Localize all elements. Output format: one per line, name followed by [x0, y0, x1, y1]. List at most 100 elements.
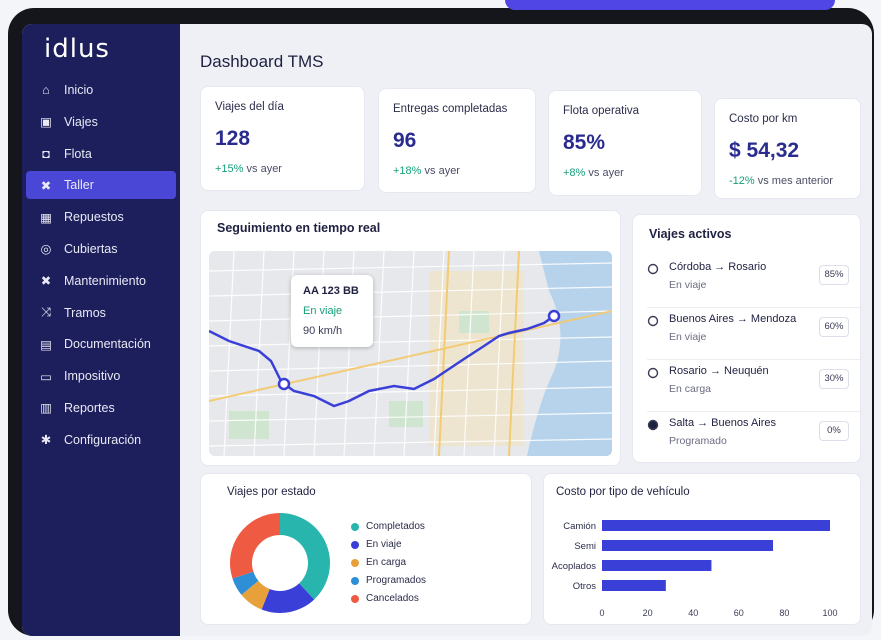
legend-label: Cancelados: [366, 593, 419, 604]
sidebar-item-tramos[interactable]: ⤨ Tramos: [26, 299, 176, 327]
sidebar-item-label: Flota: [64, 146, 92, 161]
sidebar-item-flota[interactable]: ◘ Flota: [26, 140, 176, 168]
kpi-delta: +15% vs ayer: [215, 163, 282, 175]
sidebar-item-mantenimiento[interactable]: ✖ Mantenimiento: [26, 267, 176, 295]
kpi-delta-text: vs mes anterior: [757, 175, 833, 187]
x-tick-label: 40: [688, 608, 698, 618]
app-logo: idlus: [44, 34, 110, 64]
car-icon: ◘: [42, 146, 50, 161]
donut-slice-completados[interactable]: [280, 513, 330, 600]
kpi-card-fleet[interactable]: Flota operativa 85% +8% vs ayer: [548, 90, 702, 196]
trip-progress-badge: 0%: [819, 421, 849, 441]
sidebar-item-label: Viajes: [64, 114, 98, 129]
vehicle-plate: AA 123 BB: [303, 285, 359, 297]
kpi-title: Entregas completadas: [393, 103, 508, 115]
kpi-delta-text: vs ayer: [424, 165, 460, 177]
kpi-value: 128: [215, 127, 251, 150]
bar-otros[interactable]: [602, 580, 666, 591]
sidebar-item-configuracion[interactable]: ✱ Configuración: [26, 426, 176, 454]
trip-state: En carga: [669, 383, 712, 395]
cost-chart-title: Costo por tipo de vehículo: [556, 486, 690, 498]
document-icon: ▤: [40, 337, 52, 352]
wrench-icon: ✖: [40, 178, 52, 193]
tracking-map[interactable]: AA 123 BB En viaje 90 km/h: [209, 251, 612, 456]
sidebar-item-reportes[interactable]: ▥ Reportes: [26, 394, 176, 422]
bar-chart: Camión Semi Acoplados Otros 0 20 40 60 80 100: [552, 520, 838, 618]
active-trips-panel: Viajes activos Córdoba → Rosario En viaje…: [632, 214, 867, 463]
kpi-title: Viajes del día: [215, 101, 284, 113]
trip-progress-badge: 30%: [819, 369, 849, 389]
legend-item: Programados: [351, 575, 426, 586]
kpi-value: $ 54,32: [729, 139, 800, 162]
legend-label: Programados: [366, 575, 427, 586]
bar-semi[interactable]: [602, 540, 773, 551]
active-trips-title: Viajes activos: [649, 227, 732, 241]
trips-by-state-panel: Viajes por estado Completados En viaje En …: [200, 473, 532, 625]
trip-route: Rosario → Neuquén: [669, 365, 769, 377]
cost-by-vehicle-panel: Costo por tipo de vehículo Camión Semi Aco…: [543, 473, 861, 625]
main-content: Dashboard TMS Viajes del día 128 +15% vs…: [180, 24, 872, 636]
trip-item[interactable]: Córdoba → Rosario En viaje 85%: [647, 257, 867, 308]
trip-item[interactable]: Rosario → Neuquén En carga 30%: [647, 361, 867, 412]
legend-dot: [351, 576, 359, 585]
kpi-title: Costo por km: [729, 113, 798, 125]
map-svg: [209, 251, 612, 456]
x-tick-label: 100: [822, 608, 837, 618]
kpi-card-deliveries[interactable]: Entregas completadas 96 +18% vs ayer: [378, 88, 536, 193]
x-tick-label: 80: [779, 608, 789, 618]
x-tick-label: 60: [734, 608, 744, 618]
tracking-panel: Seguimiento en tiempo real AA 123 BB En …: [200, 210, 621, 466]
trip-item[interactable]: Buenos Aires → Mendoza En viaje 60%: [647, 309, 867, 360]
sidebar-item-taller[interactable]: ✖ Taller: [26, 171, 176, 200]
kpi-card-trips[interactable]: Viajes del día 128 +15% vs ayer: [200, 86, 365, 191]
gear-icon: ✱: [40, 433, 52, 448]
trip-progress-badge: 60%: [819, 317, 849, 337]
page-title: Dashboard TMS: [200, 52, 324, 71]
sidebar-item-inicio[interactable]: ⌂ Inicio: [26, 76, 176, 104]
kpi-delta-text: vs ayer: [246, 163, 282, 175]
legend-dot: [351, 540, 359, 549]
donut-slice-cancelados[interactable]: [230, 513, 280, 579]
kpi-delta-value: +15%: [215, 163, 244, 175]
sidebar-item-label: Repuestos: [64, 210, 124, 225]
trip-status-icon: [647, 367, 659, 379]
sidebar-item-label: Configuración: [64, 432, 142, 447]
origin-marker: [277, 377, 291, 391]
sidebar: idlus ⌂ Inicio ▣ Viajes ◘ Flota ✖ Taller ▦ Repues…: [22, 24, 180, 636]
trip-item[interactable]: Salta → Buenos Aires Programado 0%: [647, 413, 867, 463]
sidebar-item-viajes[interactable]: ▣ Viajes: [26, 108, 176, 136]
bar-acoplados[interactable]: [602, 560, 712, 571]
sidebar-nav: ⌂ Inicio ▣ Viajes ◘ Flota ✖ Taller ▦ Repuestos ◎ Cu…: [26, 76, 176, 458]
trip-state: En viaje: [669, 279, 707, 291]
legend-label: En viaje: [366, 539, 402, 550]
trip-state: En viaje: [669, 331, 707, 343]
trip-state: Programado: [669, 435, 727, 447]
trip-route: Córdoba → Rosario: [669, 261, 767, 273]
legend-item: En viaje: [351, 539, 402, 550]
legend-dot: [351, 522, 359, 531]
sidebar-item-label: Reportes: [64, 400, 115, 415]
legend-item: Cancelados: [351, 593, 419, 604]
sidebar-item-label: Mantenimiento: [64, 273, 146, 288]
tax-icon: ▭: [40, 369, 52, 384]
vehicle-speed: 90 km/h: [303, 325, 343, 337]
sidebar-item-impositivo[interactable]: ▭ Impositivo: [26, 362, 176, 390]
destination-marker: [547, 309, 561, 323]
trip-route: Salta → Buenos Aires: [669, 417, 777, 429]
sidebar-item-label: Inicio: [64, 83, 94, 97]
sidebar-item-cubiertas[interactable]: ◎ Cubiertas: [26, 235, 176, 263]
kpi-card-cost[interactable]: Costo por km $ 54,32 -12% vs mes anterio…: [714, 98, 861, 199]
sidebar-item-label: Tramos: [64, 305, 106, 320]
legend-dot: [351, 594, 359, 603]
sidebar-item-documentacion[interactable]: ▤ Documentación: [26, 330, 176, 358]
home-icon: ⌂: [42, 83, 50, 97]
tools-icon: ✖: [40, 274, 52, 289]
sidebar-item-label: Documentación: [64, 337, 151, 352]
parts-icon: ▦: [40, 210, 52, 225]
vehicle-tooltip: AA 123 BB En viaje 90 km/h: [291, 275, 373, 347]
kpi-delta-value: -12%: [729, 175, 755, 187]
trips-by-state-title: Viajes por estado: [227, 486, 316, 498]
bar-camion[interactable]: [602, 520, 830, 531]
sidebar-item-repuestos[interactable]: ▦ Repuestos: [26, 203, 176, 231]
kpi-delta-value: +8%: [563, 167, 586, 179]
